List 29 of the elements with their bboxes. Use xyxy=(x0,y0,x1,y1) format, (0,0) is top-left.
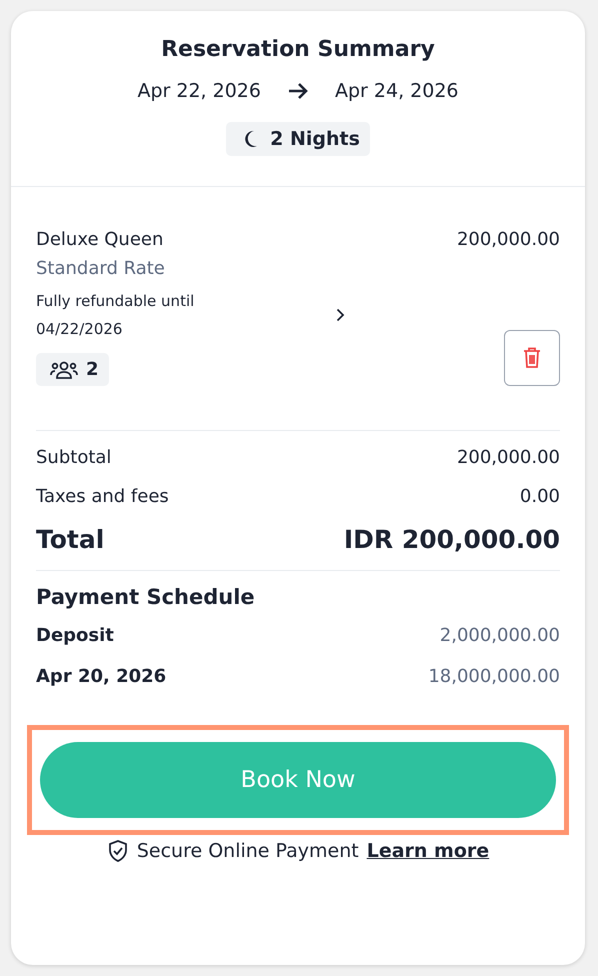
delete-button[interactable] xyxy=(504,330,560,386)
shield-check-icon xyxy=(106,839,129,863)
summary-amount: 200,000.00 xyxy=(456,447,560,468)
secure-payment-text: Secure Online Payment xyxy=(136,840,359,862)
refund-policy: Fully refundable until 04/22/2026 xyxy=(36,291,196,340)
moon-icon xyxy=(242,130,258,148)
nights-count: 2 Nights xyxy=(270,128,360,150)
schedule-label: Deposit xyxy=(36,625,114,646)
check-out-date: Apr 24, 2026 xyxy=(335,80,459,102)
summary-label: Subtotal xyxy=(36,447,112,468)
chevron-right-icon[interactable] xyxy=(336,308,345,322)
guest-count: 2 xyxy=(86,359,99,380)
total-amount: IDR 200,000.00 xyxy=(344,525,560,554)
summary-title: Reservation Summary xyxy=(161,37,435,62)
learn-more-link[interactable]: Learn more xyxy=(366,840,490,862)
room-name: Deluxe Queen xyxy=(36,229,164,250)
check-in-date: Apr 22, 2026 xyxy=(137,80,261,102)
people-icon xyxy=(50,360,78,380)
schedule-title: Payment Schedule xyxy=(36,585,256,609)
trash-icon xyxy=(523,347,541,369)
schedule-amount: 2,000,000.00 xyxy=(440,625,560,646)
schedule-label: Apr 20, 2026 xyxy=(36,666,166,687)
summary-amount: 0.00 xyxy=(520,486,560,507)
total-label: Total xyxy=(36,525,104,554)
room-price: 200,000.00 xyxy=(456,229,560,250)
summary-label: Taxes and fees xyxy=(36,486,169,507)
schedule-amount: 18,000,000.00 xyxy=(428,666,560,687)
rate-name: Standard Rate xyxy=(36,258,166,279)
arrow-icon xyxy=(287,82,309,100)
